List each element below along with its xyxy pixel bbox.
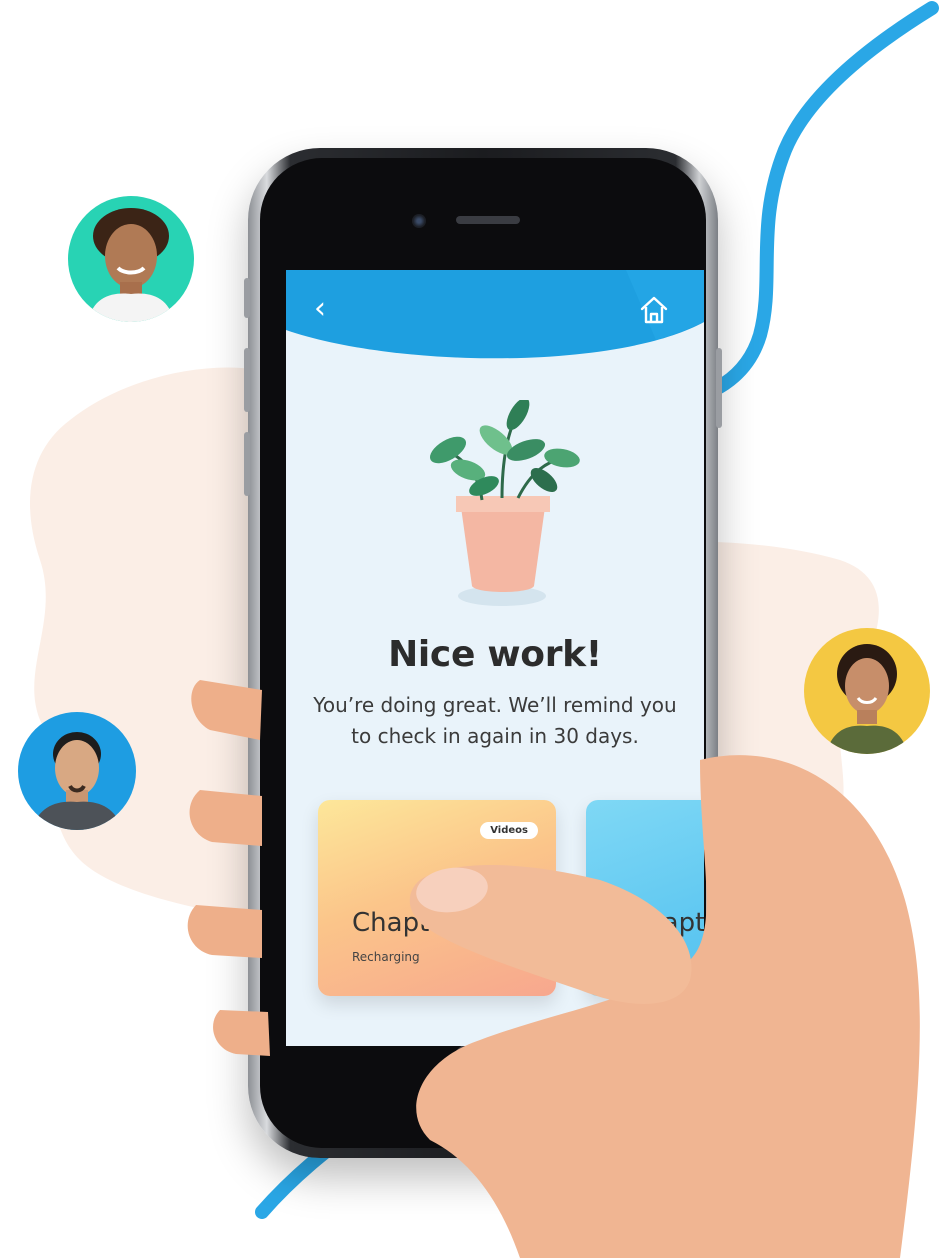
app-screen: ‹ Nice work! You’re doing great. We’ll r…: [286, 270, 704, 1046]
avatar-woman-curly-hair: [68, 196, 194, 322]
front-camera: [412, 214, 426, 228]
home-icon: [640, 296, 668, 324]
chapter-card[interactable]: Chapter Sup: [586, 800, 704, 996]
blue-squiggle: [693, 1, 939, 402]
card-subtitle: Sup: [628, 950, 651, 964]
smartphone: ‹ Nice work! You’re doing great. We’ll r…: [244, 148, 722, 1158]
avatar-woman-braids: [804, 628, 930, 754]
videos-badge: Videos: [480, 822, 538, 839]
page-title: Nice work!: [388, 634, 602, 675]
home-button[interactable]: [636, 292, 672, 328]
avatar-man-glasses: [18, 712, 136, 830]
card-title: Chapter: [352, 908, 456, 938]
chevron-left-icon: ‹: [314, 291, 326, 326]
earpiece-speaker: [456, 216, 520, 224]
reminder-message: You’re doing great. We’ll remind you to …: [313, 693, 677, 748]
phone-volume-up-button: [244, 348, 250, 412]
app-header: ‹: [286, 270, 704, 364]
card-title: Chapter: [628, 908, 704, 938]
back-button[interactable]: ‹: [304, 292, 336, 326]
card-subtitle: Recharging: [352, 950, 420, 964]
phone-volume-down-button: [244, 432, 250, 496]
phone-power-button: [716, 348, 722, 428]
potted-plant-illustration: [429, 400, 580, 606]
phone-bezel: ‹ Nice work! You’re doing great. We’ll r…: [260, 158, 706, 1148]
phone-home-button[interactable]: [446, 1038, 524, 1116]
chapter-card[interactable]: Videos Chapter Recharging: [318, 800, 556, 996]
phone-side-button: [244, 278, 250, 318]
